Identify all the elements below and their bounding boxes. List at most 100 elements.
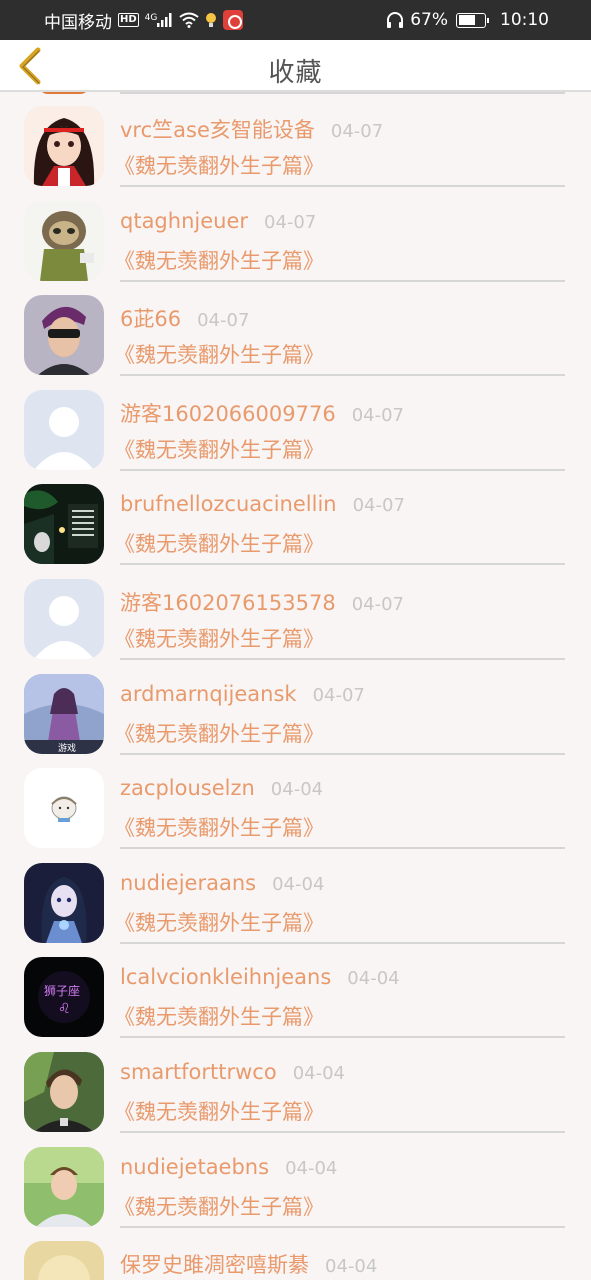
name-line: 6茈66 04-07 <box>120 303 565 335</box>
row-text: 游客1602076153578 04-07 《魏无羡翻外生子篇》 <box>114 587 565 653</box>
user-name[interactable]: 游客1602076153578 <box>120 587 336 617</box>
hd-icon: HD <box>118 13 139 27</box>
favorite-row[interactable]: qtaghnjeuer 04-07 《魏无羡翻外生子篇》 <box>0 187 591 282</box>
network-type: 4G <box>144 13 158 23</box>
favorite-date: 04-04 <box>272 873 325 895</box>
book-title[interactable]: 《魏无羡翻外生子篇》 <box>114 528 565 558</box>
book-title[interactable]: 《魏无羡翻外生子篇》 <box>114 339 565 369</box>
user-name[interactable]: 游客1602066009776 <box>120 398 336 428</box>
favorite-date: 04-04 <box>270 779 324 801</box>
svg-text:♌: ♌ <box>58 1001 71 1017</box>
user-name[interactable]: brufnellozcuacinellin <box>120 492 337 516</box>
book-title[interactable]: 《魏无羡翻外生子篇》 <box>114 812 565 842</box>
name-line: 游客1602076153578 04-07 <box>120 587 565 619</box>
favorite-row[interactable]: zacplouselzn 04-04 《魏无羡翻外生子篇》 <box>0 754 591 850</box>
name-line: ardmarnqijeansk 04-07 <box>120 682 565 714</box>
book-title[interactable]: 《魏无羡翻外生子篇》 <box>114 1001 565 1031</box>
book-title[interactable]: 《魏无羡翻外生子篇》 <box>114 907 565 937</box>
app-notification-icon <box>223 10 244 30</box>
favorite-row[interactable]: 狮子座 ♌ lcalvcionkleihnjeans 04-04 《魏无羡翻外生子篇》 <box>0 943 591 1039</box>
row-text: ardmarnqijeansk 04-07 《魏无羡翻外生子篇》 <box>114 682 565 748</box>
row-text: nudiejetaebns 04-04 《魏无羡翻外生子篇》 <box>114 1155 565 1221</box>
favorite-row[interactable]: vrc竺ase亥智能设备 04-07 《魏无羡翻外生子篇》 <box>0 92 591 187</box>
night-girl-avatar[interactable] <box>24 484 104 565</box>
row-text: 6茈66 04-07 《魏无羡翻外生子篇》 <box>114 303 565 369</box>
name-line: zacplouselzn 04-04 <box>120 776 565 808</box>
outdoor-man-avatar[interactable] <box>24 1146 104 1227</box>
user-name[interactable]: lcalvcionkleihnjeans <box>120 965 331 989</box>
leo-zodiac-avatar[interactable]: 狮子座 ♌ <box>24 957 104 1038</box>
sloth-avatar[interactable] <box>24 200 104 281</box>
favorite-date: 04-04 <box>292 1062 345 1084</box>
battery-fill <box>458 15 475 25</box>
row-text: 游客1602066009776 04-07 《魏无羡翻外生子篇》 <box>114 398 565 464</box>
signal-icon: 4G <box>145 13 174 27</box>
book-title[interactable]: 《魏无羡翻外生子篇》 <box>114 1096 565 1126</box>
user-name[interactable]: ardmarnqijeansk <box>120 682 297 706</box>
favorite-date: 04-07 <box>197 310 250 332</box>
book-title[interactable]: 《魏无羡翻外生子篇》 <box>114 623 565 653</box>
user-name[interactable]: smartforttrwco <box>120 1060 277 1084</box>
page-title: 收藏 <box>268 58 323 88</box>
name-line: 保罗史雎凋密嘻斯綦 04-04 <box>120 1249 565 1280</box>
book-title[interactable]: 《魏无羡翻外生子篇》 <box>114 434 565 464</box>
favorite-row[interactable]: 保罗史雎凋密嘻斯綦 04-04 <box>0 1227 591 1280</box>
name-line: 游客1602066009776 04-07 <box>120 398 565 430</box>
user-name[interactable]: nudiejetaebns <box>120 1155 269 1179</box>
svg-text:狮子座: 狮子座 <box>44 983 80 998</box>
name-line: lcalvcionkleihnjeans 04-04 <box>120 965 565 997</box>
young-man-avatar[interactable] <box>24 1051 104 1132</box>
book-title[interactable]: 《魏无羡翻外生子篇》 <box>114 245 565 275</box>
wifi-icon <box>179 12 199 28</box>
favorite-row[interactable]: nudiejeraans 04-04 《魏无羡翻外生子篇》 <box>0 849 591 944</box>
favorite-date: 04-07 <box>330 121 384 142</box>
row-text: qtaghnjeuer 04-07 《魏无羡翻外生子篇》 <box>114 209 565 275</box>
favorite-date: 04-07 <box>312 684 365 706</box>
bulb-icon <box>205 12 217 28</box>
anime-blue-girl-avatar[interactable] <box>24 862 104 943</box>
row-text: brufnellozcuacinellin 04-07 《魏无羡翻外生子篇》 <box>114 492 565 558</box>
top-nav-bar: 收藏 <box>0 40 591 92</box>
favorite-row[interactable]: brufnellozcuacinellin 04-07 《魏无羡翻外生子篇》 <box>0 470 591 566</box>
row-text: vrc竺ase亥智能设备 04-07 《魏无羡翻外生子篇》 <box>114 114 565 180</box>
name-line: smartforttrwco 04-04 <box>120 1060 565 1092</box>
book-title[interactable]: 《魏无羡翻外生子篇》 <box>114 150 565 180</box>
carrier-label: 中国移动 <box>44 12 112 33</box>
fantasy-game-avatar[interactable]: 游戏 <box>24 673 104 754</box>
battery-icon <box>456 12 489 28</box>
anime-girl-avatar[interactable] <box>24 106 104 186</box>
sunglasses-man-avatar[interactable] <box>24 295 104 376</box>
favorite-row[interactable]: 游客1602066009776 04-07 《魏无羡翻外生子篇》 <box>0 376 591 471</box>
blurred-portrait-avatar[interactable] <box>24 1241 104 1280</box>
favorite-row[interactable]: 游客1602076153578 04-07 《魏无羡翻外生子篇》 <box>0 565 591 660</box>
status-bar: 中国移动 HD 4G 67% 10:10 <box>0 0 591 40</box>
favorite-row[interactable]: 游戏 ardmarnqijeansk 04-07 《魏无羡翻外生子篇》 <box>0 660 591 755</box>
headphones-icon <box>386 12 404 28</box>
name-line: nudiejetaebns 04-04 <box>120 1155 565 1187</box>
status-right: 67% 10:10 <box>386 10 549 30</box>
default-user-avatar[interactable] <box>24 578 104 659</box>
user-name[interactable]: vrc竺ase亥智能设备 <box>120 114 315 144</box>
favorite-date: 04-07 <box>351 593 405 615</box>
favorite-row[interactable]: 6茈66 04-07 《魏无羡翻外生子篇》 <box>0 281 591 377</box>
favorite-date: 04-04 <box>325 1256 378 1278</box>
default-user-avatar[interactable] <box>24 389 104 470</box>
favorite-row[interactable]: nudiejetaebns 04-04 《魏无羡翻外生子篇》 <box>0 1133 591 1228</box>
svg-text:游戏: 游戏 <box>58 742 76 754</box>
row-text: lcalvcionkleihnjeans 04-04 《魏无羡翻外生子篇》 <box>114 965 565 1031</box>
book-title[interactable]: 《魏无羡翻外生子篇》 <box>114 1191 565 1221</box>
book-title[interactable]: 《魏无羡翻外生子篇》 <box>114 718 565 748</box>
name-line: brufnellozcuacinellin 04-07 <box>120 492 565 524</box>
name-line: qtaghnjeuer 04-07 <box>120 209 565 241</box>
user-name[interactable]: 保罗史雎凋密嘻斯綦 <box>120 1249 309 1279</box>
favorite-date: 04-07 <box>264 211 317 233</box>
user-name[interactable]: 6茈66 <box>120 303 181 333</box>
favorite-row[interactable]: smartforttrwco 04-04 《魏无羡翻外生子篇》 <box>0 1038 591 1133</box>
favorite-date: 04-07 <box>352 495 405 517</box>
user-name[interactable]: qtaghnjeuer <box>120 209 248 233</box>
name-line: nudiejeraans 04-04 <box>120 871 565 903</box>
user-name[interactable]: zacplouselzn <box>120 776 255 800</box>
user-name[interactable]: nudiejeraans <box>120 871 256 895</box>
cartoon-face-avatar[interactable] <box>24 768 104 849</box>
favorites-list[interactable]: vrc竺ase亥智能设备 04-07 《魏无羡翻外生子篇》 qtaghnjeuer 04… <box>0 92 591 1280</box>
